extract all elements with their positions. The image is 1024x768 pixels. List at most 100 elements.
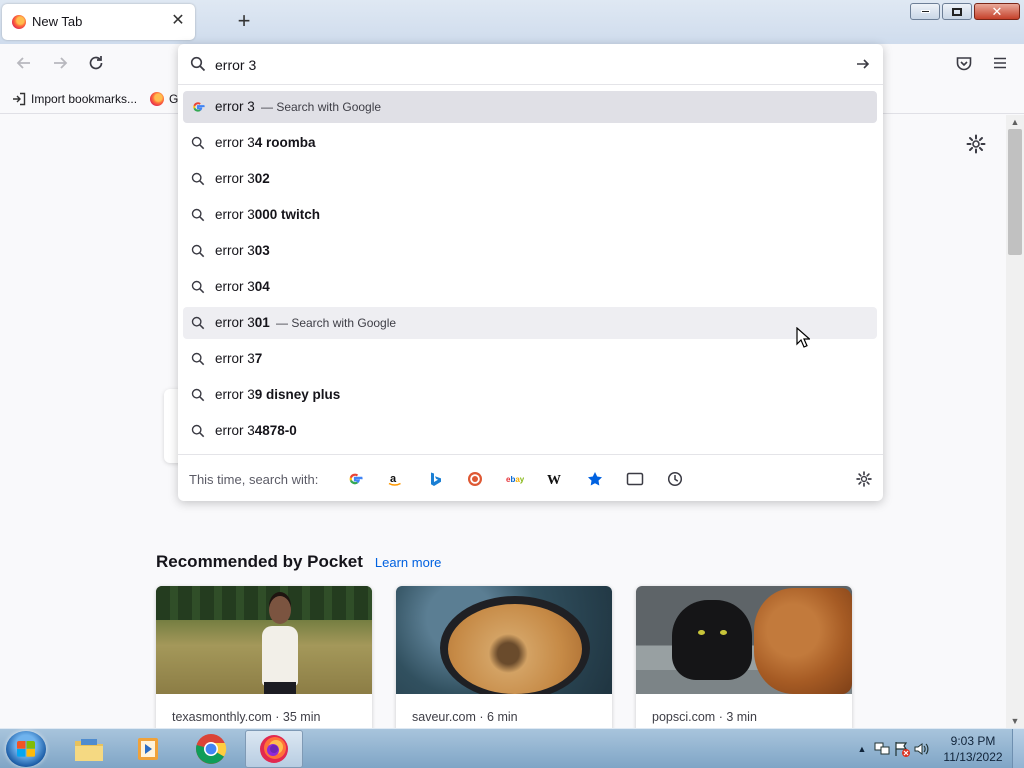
suggestion-row[interactable]: error 39 disney plus	[183, 379, 877, 411]
svg-text:a: a	[390, 473, 397, 485]
story-source: saveur.com · 6 min	[412, 710, 518, 724]
scrollbar-thumb[interactable]	[1008, 129, 1022, 255]
suggestion-row[interactable]: error 304	[183, 271, 877, 303]
one-off-search-bar: This time, search with: a ebay W	[178, 454, 883, 501]
suggestion-text: error 304	[215, 279, 270, 294]
svg-text:ebay: ebay	[506, 475, 524, 484]
suggestion-action-text: — Search with Google	[276, 316, 397, 330]
suggestion-row[interactable]: error 3000 twitch	[183, 199, 877, 231]
start-button[interactable]	[6, 731, 46, 767]
urlbar-input[interactable]: error 3	[178, 44, 883, 85]
maximize-button[interactable]	[942, 3, 972, 20]
bookmarks-icon[interactable]	[586, 470, 604, 488]
suggestion-completion-text: 02	[254, 171, 270, 186]
google-engine-icon[interactable]	[346, 470, 364, 488]
story-thumbnail	[636, 586, 852, 694]
suggestion-typed-text: error 3	[215, 171, 255, 186]
firefox-icon	[12, 15, 26, 29]
app-menu-button[interactable]	[988, 54, 1012, 76]
suggestion-completion-text: 04	[254, 279, 270, 294]
system-tray: ▲	[852, 729, 932, 768]
suggestion-text: error 303	[215, 243, 270, 258]
new-tab-button[interactable]: +	[232, 10, 256, 34]
volume-icon[interactable]	[912, 740, 932, 758]
action-center-flag-icon[interactable]	[892, 740, 912, 758]
one-off-label: This time, search with:	[189, 472, 319, 487]
network-icon[interactable]	[872, 740, 892, 758]
suggestion-completion-text: 7	[254, 351, 263, 366]
ebay-engine-icon[interactable]: ebay	[506, 470, 524, 488]
tab-close-icon[interactable]: ✕	[169, 12, 187, 30]
suggestion-row[interactable]: error 34878-0	[183, 415, 877, 447]
search-icon	[191, 280, 205, 297]
urlbar-panel: error 3 error 3— Search with Google error…	[178, 44, 883, 501]
suggestion-typed-text: error 3	[215, 423, 255, 438]
suggestion-typed-text: error 3	[215, 387, 255, 402]
firefox-icon	[260, 735, 288, 763]
bing-engine-icon[interactable]	[426, 470, 444, 488]
bookmark-item[interactable]: G	[150, 92, 178, 106]
back-button[interactable]	[12, 54, 36, 76]
pocket-card[interactable]: popsci.com · 3 min	[636, 586, 852, 736]
suggestion-row[interactable]: error 301 — Search with Google	[183, 307, 877, 339]
suggestion-typed-text: error 3	[215, 99, 255, 114]
clock-time: 9:03 PM	[950, 734, 996, 748]
taskbar-explorer[interactable]	[60, 730, 118, 768]
pocket-button[interactable]	[952, 54, 976, 76]
suggestion-row[interactable]: error 303	[183, 235, 877, 267]
tab-new-tab[interactable]: New Tab ✕	[2, 4, 195, 40]
taskbar-media-player[interactable]	[120, 730, 178, 768]
clock-date: 11/13/2022	[943, 750, 1003, 764]
back-arrow-icon	[16, 57, 30, 69]
taskbar-firefox[interactable]	[245, 730, 303, 768]
search-icon	[191, 424, 205, 441]
suggestion-row[interactable]: error 37	[183, 343, 877, 375]
search-icon	[191, 388, 205, 405]
search-settings-gear-icon[interactable]	[855, 470, 873, 488]
reload-button[interactable]	[84, 54, 108, 76]
windows-taskbar: ▲ 9:03 PM 11/13/2022	[0, 728, 1024, 768]
amazon-engine-icon[interactable]: a	[386, 470, 404, 488]
taskbar-chrome[interactable]	[182, 730, 240, 768]
show-desktop-button[interactable]	[1012, 729, 1024, 768]
personalize-gear-icon[interactable]	[965, 133, 987, 155]
scroll-up-icon[interactable]: ▲	[1006, 115, 1024, 129]
suggestion-row[interactable]: error 34 roomba	[183, 127, 877, 159]
system-clock[interactable]: 9:03 PM 11/13/2022	[940, 733, 1006, 765]
suggestion-row[interactable]: error 302	[183, 163, 877, 195]
go-arrow-icon[interactable]	[855, 56, 871, 77]
minimize-button[interactable]	[910, 3, 940, 20]
urlbar-value[interactable]: error 3	[215, 57, 256, 73]
window-controls: ✕	[910, 3, 1020, 21]
suggestion-text: error 34878-0	[215, 423, 297, 438]
pocket-card[interactable]: saveur.com · 6 min	[396, 586, 612, 736]
tabs-icon[interactable]	[626, 470, 644, 488]
folder-icon	[75, 739, 103, 761]
suggestion-completion-text: 01	[254, 315, 270, 330]
minimize-icon	[920, 10, 930, 13]
suggestion-row[interactable]: error 3 — Search with Google	[183, 91, 877, 123]
show-hidden-icons-icon[interactable]: ▲	[852, 744, 872, 754]
story-source: popsci.com · 3 min	[652, 710, 757, 724]
wikipedia-engine-icon[interactable]: W	[546, 470, 564, 488]
suggestion-typed-text: error 3	[215, 135, 255, 150]
search-icon	[191, 352, 205, 369]
search-icon	[191, 208, 205, 225]
pocket-card[interactable]: texasmonthly.com · 35 min	[156, 586, 372, 736]
maximize-icon	[952, 7, 962, 16]
duckduckgo-engine-icon[interactable]	[466, 470, 484, 488]
page-scrollbar[interactable]: ▲ ▼	[1006, 115, 1024, 728]
reload-icon	[89, 56, 103, 70]
forward-arrow-icon	[54, 57, 68, 69]
forward-button[interactable]	[48, 54, 72, 76]
suggestion-text: error 37	[215, 351, 262, 366]
hamburger-menu-icon	[994, 57, 1006, 69]
history-icon[interactable]	[666, 470, 684, 488]
learn-more-link[interactable]: Learn more	[375, 555, 441, 570]
close-window-button[interactable]: ✕	[974, 3, 1020, 20]
story-thumbnail	[156, 586, 372, 694]
story-thumbnail	[396, 586, 612, 694]
scroll-down-icon[interactable]: ▼	[1006, 714, 1024, 728]
mouse-cursor-icon	[796, 327, 810, 348]
import-bookmarks-item[interactable]: Import bookmarks...	[12, 92, 137, 106]
